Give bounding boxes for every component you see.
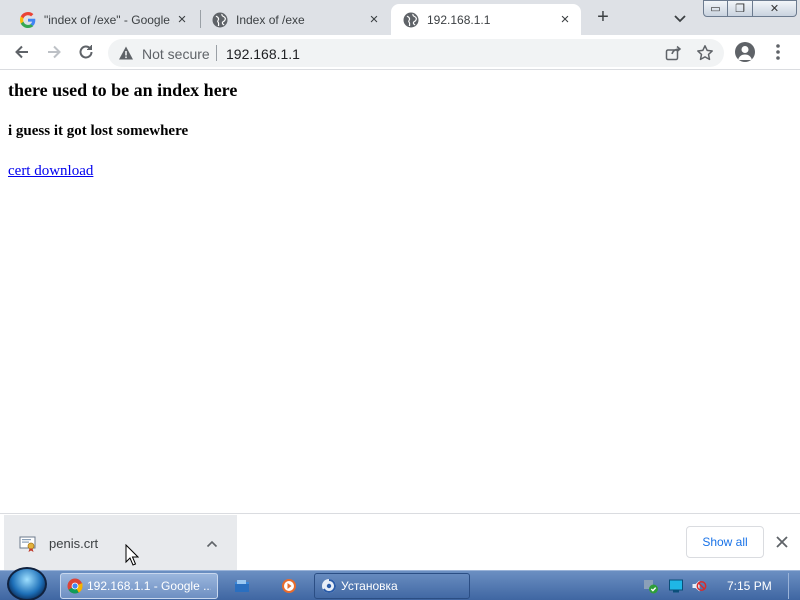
browser-toolbar: Not secure 192.168.1.1 <box>0 35 800 70</box>
show-desktop-button[interactable] <box>788 573 796 599</box>
tab-search-chevron-icon[interactable] <box>670 8 690 28</box>
taskbar-item-label: Установка <box>341 579 398 593</box>
show-all-downloads-button[interactable]: Show all <box>686 526 764 558</box>
tab-label: "index of /exe" - Google Search <box>44 12 174 27</box>
share-icon[interactable] <box>664 44 682 62</box>
volume-muted-icon[interactable] <box>691 578 707 594</box>
window-close-button[interactable]: ✕ <box>753 0 797 17</box>
tab-close-button[interactable]: × <box>366 12 382 28</box>
reload-icon[interactable] <box>76 42 96 62</box>
explorer-folder-icon[interactable] <box>234 578 250 594</box>
new-tab-button[interactable]: + <box>592 7 614 29</box>
url-text[interactable]: 192.168.1.1 <box>226 46 300 62</box>
network-monitor-icon[interactable] <box>668 578 684 594</box>
download-shelf: penis.crt Show all <box>0 513 800 571</box>
start-button[interactable] <box>7 567 47 600</box>
globe-icon <box>212 12 228 27</box>
kebab-menu-icon[interactable] <box>770 42 786 62</box>
tab-192-168-1-1[interactable]: 192.168.1.1 × <box>391 4 581 35</box>
setup-icon <box>322 579 336 593</box>
download-item[interactable]: penis.crt <box>4 515 237 571</box>
web-page-content: there used to be an index here i guess i… <box>0 71 800 513</box>
taskbar-item-label: 192.168.1.1 - Google ... <box>87 579 211 593</box>
cert-download-link[interactable]: cert download <box>8 163 93 180</box>
google-g-icon <box>20 11 36 28</box>
maximize-button[interactable]: ❐ <box>728 0 753 17</box>
tab-label: 192.168.1.1 <box>427 12 491 27</box>
mouse-cursor-icon <box>125 544 139 566</box>
back-arrow-icon[interactable] <box>12 42 32 62</box>
download-filename: penis.crt <box>49 536 99 551</box>
page-subheading: i guess it got lost somewhere <box>8 123 189 139</box>
omnibox-divider <box>216 45 217 61</box>
bookmark-star-icon[interactable] <box>696 44 714 62</box>
taskbar-item-setup[interactable]: Установка <box>314 573 470 599</box>
tab-label: Index of /exe <box>236 12 305 27</box>
media-player-icon[interactable] <box>281 578 297 594</box>
security-shield-tray-icon[interactable] <box>643 578 659 594</box>
warning-triangle-icon[interactable] <box>118 45 134 61</box>
forward-arrow-icon[interactable] <box>44 42 64 62</box>
profile-avatar-icon[interactable] <box>735 42 755 62</box>
tab-close-button[interactable]: × <box>174 12 190 28</box>
tab-close-button[interactable]: × <box>557 12 573 28</box>
globe-icon <box>403 12 419 27</box>
close-icon[interactable] <box>773 533 791 551</box>
taskbar-clock[interactable]: 7:15 PM <box>727 579 772 593</box>
taskbar-item-chrome[interactable]: 192.168.1.1 - Google ... <box>60 573 218 599</box>
window-controls: ▭ ❐ ✕ <box>703 0 797 18</box>
certificate-file-icon <box>19 536 36 552</box>
address-bar[interactable]: Not secure 192.168.1.1 <box>108 39 724 67</box>
tab-google-search[interactable]: "index of /exe" - Google Search × <box>8 4 198 35</box>
chevron-up-icon[interactable] <box>204 536 220 552</box>
security-status-label[interactable]: Not secure <box>142 46 210 62</box>
page-heading: there used to be an index here <box>8 80 238 100</box>
taskbar: 192.168.1.1 - Google ... Установка 7:15 … <box>0 567 800 600</box>
tab-strip: "index of /exe" - Google Search × Index … <box>0 0 800 35</box>
tab-index-of-exe[interactable]: Index of /exe × <box>200 4 390 35</box>
chrome-icon <box>67 578 83 594</box>
minimize-button[interactable]: ▭ <box>703 0 728 17</box>
